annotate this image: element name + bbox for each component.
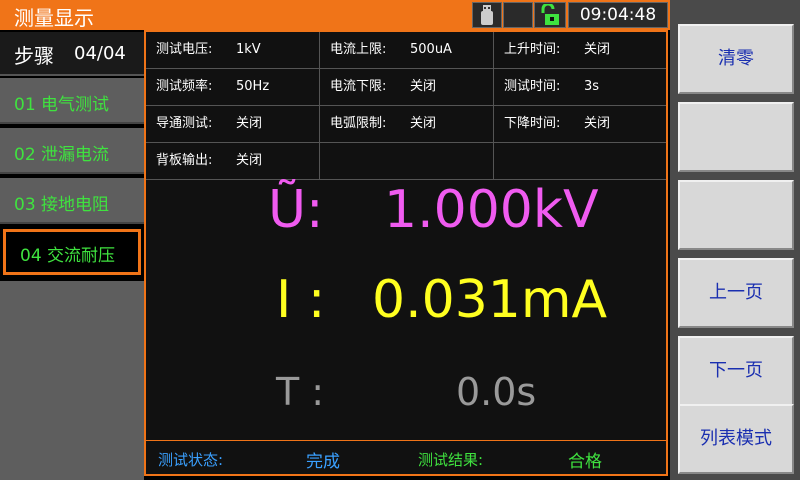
- lock-indicator: [534, 2, 566, 28]
- current-label: I :: [276, 270, 326, 330]
- readout-area: Ũ: 1.000kV I : 0.031mA T : 0.0s: [146, 180, 666, 440]
- param-arc-limit: 电弧限制: 关闭: [320, 106, 494, 143]
- param-empty: [494, 143, 666, 180]
- softkey-blank-1[interactable]: [678, 102, 794, 172]
- param-test-voltage: 测试电压: 1kV: [146, 32, 320, 69]
- param-table: 测试电压: 1kV 电流上限: 500uA 上升时间: 关闭 测试频率: 50Hz 电流…: [146, 32, 666, 180]
- step-item-01[interactable]: 01 电气测试: [0, 78, 144, 124]
- time-label: T :: [276, 370, 325, 414]
- clear-zero-button[interactable]: 清零: [678, 24, 794, 94]
- step-panel-fill: [0, 281, 144, 480]
- step-item-03[interactable]: 03 接地电阻: [0, 178, 144, 224]
- test-state-label: 测试状态:: [158, 451, 224, 469]
- step-item-label: 01 电气测试: [14, 95, 110, 115]
- usb-indicator: [472, 2, 502, 28]
- title-bar: 测量显示 09:04:48: [0, 0, 670, 30]
- step-item-label: 04 交流耐压: [20, 246, 116, 266]
- step-panel: 步骤 04/04 01 电气测试 02 泄漏电流 03 接地电阻 04 交流耐压: [0, 30, 144, 480]
- voltage-value: 1.000kV: [384, 180, 599, 240]
- list-mode-button[interactable]: 列表模式: [678, 404, 794, 474]
- param-empty: [320, 143, 494, 180]
- voltage-label: Ũ:: [268, 180, 324, 240]
- step-header: 步骤 04/04: [0, 32, 144, 76]
- test-result-value: 合格: [568, 452, 602, 472]
- param-test-time: 测试时间: 3s: [494, 69, 666, 106]
- status-blank: [503, 2, 533, 28]
- step-item-04[interactable]: 04 交流耐压: [3, 229, 141, 275]
- prev-page-button[interactable]: 上一页: [678, 258, 794, 328]
- step-counter: 04/04: [74, 43, 126, 64]
- param-test-frequency: 测试频率: 50Hz: [146, 69, 320, 106]
- current-value: 0.031mA: [372, 270, 608, 330]
- param-current-upper: 电流上限: 500uA: [320, 32, 494, 69]
- test-state-value: 完成: [306, 452, 340, 472]
- unlock-icon: [541, 4, 559, 25]
- clock: 09:04:48: [568, 2, 668, 28]
- param-fall-time: 下降时间: 关闭: [494, 106, 666, 143]
- time-value: 0.0s: [456, 370, 537, 414]
- param-backplane-output: 背板输出: 关闭: [146, 143, 320, 180]
- param-current-lower: 电流下限: 关闭: [320, 69, 494, 106]
- test-status-bar: 测试状态: 完成 测试结果: 合格: [146, 440, 666, 474]
- page-title: 测量显示: [14, 6, 94, 30]
- step-item-label: 03 接地电阻: [14, 195, 110, 215]
- param-rise-time: 上升时间: 关闭: [494, 32, 666, 69]
- param-continuity-test: 导通测试: 关闭: [146, 106, 320, 143]
- next-page-button[interactable]: 下一页: [678, 336, 794, 406]
- measurement-panel: 测试电压: 1kV 电流上限: 500uA 上升时间: 关闭 测试频率: 50Hz 电流…: [144, 30, 668, 476]
- step-header-label: 步骤: [14, 44, 54, 68]
- test-result-label: 测试结果:: [418, 451, 484, 469]
- softkey-panel: 清零 上一页 下一页 列表模式: [670, 0, 800, 480]
- usb-icon: [481, 5, 493, 25]
- step-item-label: 02 泄漏电流: [14, 145, 110, 165]
- softkey-blank-2[interactable]: [678, 180, 794, 250]
- step-item-02[interactable]: 02 泄漏电流: [0, 128, 144, 174]
